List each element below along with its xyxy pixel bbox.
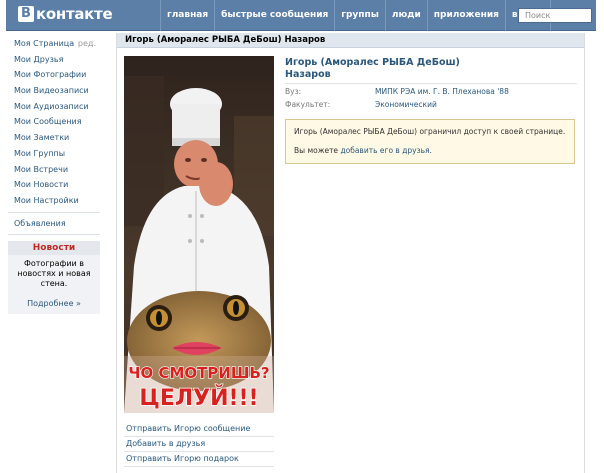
left-sidebar: Моя Страница ред. Мои Друзья Мои Фотогра…: [8, 36, 100, 315]
sidebar-item-ads[interactable]: Объявления: [8, 216, 100, 232]
nav-apps[interactable]: приложения: [426, 0, 505, 31]
sidebar-divider: [8, 211, 100, 213]
notice-prefix: Вы можете: [294, 146, 341, 155]
sidebar-item-label: Моя Страница: [14, 39, 75, 48]
news-body: Фотографии в новостях и новая стена.: [17, 259, 91, 289]
sidebar-item-news[interactable]: Мои Новости: [8, 177, 100, 193]
sidebar-item-videos[interactable]: Мои Видеозаписи: [8, 83, 100, 99]
notice-suffix: .: [429, 146, 432, 155]
top-header: B контакте главная быстрые сообщения гру…: [0, 0, 604, 32]
send-message-link[interactable]: Отправить Игорю сообщение: [124, 422, 274, 437]
page-title: Игорь (Аморалес РЫБА ДеБош) Назаров: [117, 33, 584, 48]
info-label: Вуз:: [285, 87, 302, 96]
search-input[interactable]: Поиск: [518, 8, 592, 23]
top-nav: главная быстрые сообщения группы люди пр…: [160, 0, 551, 31]
vkontakte-logo[interactable]: B контакте: [18, 3, 113, 25]
sidebar-item-events[interactable]: Мои Встречи: [8, 162, 100, 178]
sidebar-item-my-page[interactable]: Моя Страница ред.: [8, 36, 100, 52]
info-row-university: Вуз: МИПК РЭА им. Г. В. Плеханова '88: [285, 86, 577, 97]
profile-actions: Отправить Игорю сообщение Добавить в дру…: [124, 422, 274, 467]
sidebar-item-settings[interactable]: Мои Настройки: [8, 193, 100, 209]
add-friend-notice-link[interactable]: добавить его в друзья: [340, 146, 429, 155]
profile-photo-image: ЧО СМОТРИШЬ? ЦЕЛУЙ!!!: [124, 56, 274, 413]
logo-text: контакте: [36, 5, 113, 23]
photo-caption-bottom: ЦЕЛУЙ!!!: [139, 385, 258, 411]
nav-quick-messages[interactable]: быстрые сообщения: [214, 0, 334, 31]
sidebar-item-audio[interactable]: Мои Аудиозаписи: [8, 99, 100, 115]
privacy-notice-text: Игорь (Аморалес РЫБА ДеБош) ограничил до…: [294, 127, 566, 136]
edit-link[interactable]: ред.: [78, 36, 96, 52]
sidebar-item-messages[interactable]: Мои Сообщения: [8, 114, 100, 130]
privacy-notice-hint: Вы можете добавить его в друзья.: [294, 145, 566, 156]
news-box: Новости Фотографии в новостях и новая ст…: [8, 241, 100, 315]
sidebar-divider: [8, 234, 100, 236]
sidebar-item-groups[interactable]: Мои Группы: [8, 146, 100, 162]
info-row-faculty: Факультет: Экономический: [285, 99, 577, 110]
info-value-link[interactable]: Экономический: [375, 99, 437, 110]
profile-name-line2: Назаров: [285, 69, 331, 80]
profile-name: Игорь (Аморалес РЫБА ДеБош) Назаров: [285, 57, 577, 81]
nav-groups[interactable]: группы: [334, 0, 385, 31]
logo-icon: B: [18, 6, 34, 22]
profile-info: Игорь (Аморалес РЫБА ДеБош) Назаров Вуз:…: [285, 57, 577, 164]
profile-photo[interactable]: ЧО СМОТРИШЬ? ЦЕЛУЙ!!!: [124, 56, 274, 413]
news-more-link[interactable]: Подробнее »: [12, 299, 96, 308]
info-value-link[interactable]: МИПК РЭА им. Г. В. Плеханова '88: [375, 86, 509, 97]
info-label: Факультет:: [285, 100, 331, 109]
sidebar-item-notes[interactable]: Мои Заметки: [8, 130, 100, 146]
header-bar: B контакте главная быстрые сообщения гру…: [6, 0, 596, 31]
profile-name-line1: Игорь (Аморалес РЫБА ДеБош): [285, 57, 460, 68]
sidebar-item-friends[interactable]: Мои Друзья: [8, 52, 100, 68]
send-gift-link[interactable]: Отправить Игорю подарок: [124, 452, 274, 467]
news-title: Новости: [8, 241, 100, 256]
nav-people[interactable]: люди: [384, 0, 427, 31]
sidebar-item-photos[interactable]: Мои Фотографии: [8, 67, 100, 83]
add-friend-link[interactable]: Добавить в друзья: [124, 437, 274, 452]
main-content: Игорь (Аморалес РЫБА ДеБош) Назаров ЧО С…: [116, 33, 585, 473]
nav-home[interactable]: главная: [160, 0, 214, 31]
privacy-notice: Игорь (Аморалес РЫБА ДеБош) ограничил до…: [285, 119, 575, 164]
photo-caption-top: ЧО СМОТРИШЬ?: [128, 364, 269, 382]
name-divider: [285, 83, 577, 84]
